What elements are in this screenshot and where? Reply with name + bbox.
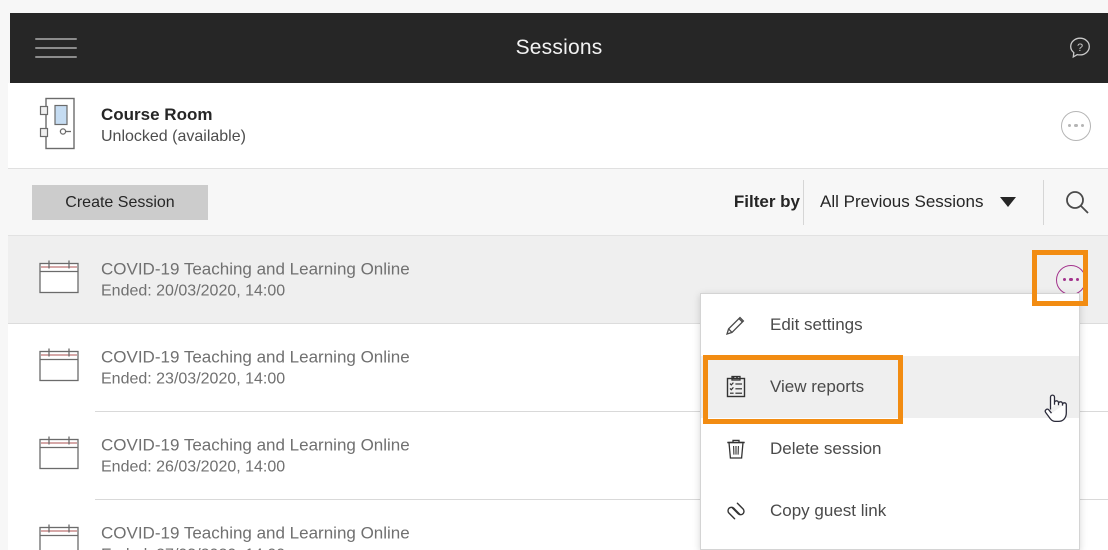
session-text: COVID-19 Teaching and Learning Online En… [101,257,410,302]
sessions-toolbar: Create Session Filter by All Previous Se… [8,169,1108,236]
course-room-title: Course Room [101,104,246,126]
ellipsis-icon [1061,111,1091,141]
calendar-icon [38,435,80,478]
page-title: Sessions [10,36,1108,60]
door-icon [38,96,78,155]
session-name: COVID-19 Teaching and Learning Online [101,257,410,280]
toolbar-divider [803,180,804,225]
filter-selected-value: All Previous Sessions [820,192,983,212]
filter-dropdown[interactable]: All Previous Sessions [820,192,1016,212]
session-ended: Ended: 20/03/2020, 14:00 [101,280,410,302]
help-question-bubble-icon[interactable]: ? [1060,28,1100,68]
calendar-icon [38,523,80,550]
course-room-text: Course Room Unlocked (available) [101,104,246,148]
session-more-button[interactable] [1056,265,1086,295]
menu-item-delete-session[interactable]: Delete session [701,418,1079,480]
filter-by-label: Filter by [734,192,800,212]
menu-item-edit-settings[interactable]: Edit settings [701,294,1079,356]
session-name: COVID-19 Teaching and Learning Online [101,434,410,457]
sessions-page: Sessions ? Course Room Unlocked (availab… [0,0,1108,550]
session-ended: Ended: 23/03/2020, 14:00 [101,369,410,391]
course-room-more-button[interactable] [1061,111,1091,141]
session-text: COVID-19 Teaching and Learning Online En… [101,346,410,391]
menu-item-copy-guest-link[interactable]: Copy guest link [701,480,1079,542]
trash-icon [723,436,749,462]
session-name: COVID-19 Teaching and Learning Online [101,346,410,369]
menu-item-view-reports[interactable]: View reports [701,356,1079,418]
toolbar-divider [1043,180,1044,225]
app-header: Sessions ? [10,13,1108,83]
menu-item-label: Edit settings [770,315,863,335]
search-icon[interactable] [1060,185,1094,219]
create-session-button[interactable]: Create Session [32,185,208,220]
clipboard-list-icon [723,374,749,400]
session-text: COVID-19 Teaching and Learning Online En… [101,434,410,479]
pencil-icon [723,312,749,338]
menu-item-label: Copy guest link [770,501,886,521]
session-name: COVID-19 Teaching and Learning Online [101,522,410,545]
calendar-icon [38,258,80,301]
session-context-menu: Edit settings View reports [700,293,1080,550]
session-ended: Ended: 27/03/2020, 14:00 [101,545,410,550]
session-ended: Ended: 26/03/2020, 14:00 [101,457,410,479]
link-chain-icon [723,498,749,524]
course-room-row[interactable]: Course Room Unlocked (available) [8,83,1108,169]
menu-item-label: View reports [770,377,864,397]
ellipsis-icon [1056,265,1086,295]
svg-text:?: ? [1077,42,1083,54]
session-text: COVID-19 Teaching and Learning Online En… [101,522,410,550]
calendar-icon [38,347,80,390]
menu-item-label: Delete session [770,439,882,459]
chevron-down-icon [1000,197,1016,207]
course-room-status: Unlocked (available) [101,126,246,147]
